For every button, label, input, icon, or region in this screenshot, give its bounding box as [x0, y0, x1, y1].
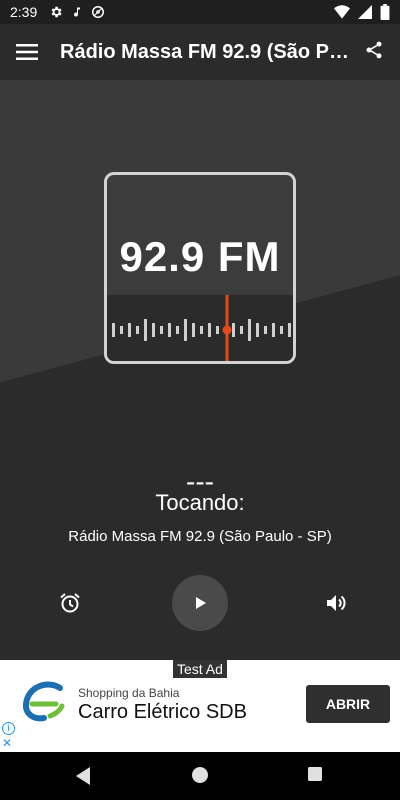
- hamburger-menu-icon[interactable]: [16, 44, 38, 60]
- status-left-icons: [49, 5, 105, 19]
- player-controls: [0, 575, 400, 635]
- share-button[interactable]: [364, 39, 384, 66]
- music-note-icon: [74, 7, 81, 17]
- share-icon: [366, 41, 382, 58]
- podcast-icon: [92, 6, 105, 18]
- now-playing-label: Tocando:: [155, 490, 245, 515]
- app-bar: Rádio Massa FM 92.9 (São Paulo - SP): [0, 24, 400, 80]
- ad-banner[interactable]: Test Ad Shopping da Bahia Carro Elétrico…: [0, 660, 400, 752]
- battery-icon: [380, 4, 390, 20]
- gear-icon: [51, 6, 62, 18]
- play-icon: [196, 597, 206, 609]
- play-button[interactable]: [172, 575, 228, 631]
- player-main: 92.9 FM --- Tocando: Rádio Massa FM 92.9…: [0, 80, 400, 660]
- system-nav-bar: [0, 752, 400, 800]
- info-icon[interactable]: i: [2, 722, 15, 735]
- app-title: Rádio Massa FM 92.9 (São Paulo - SP): [60, 40, 350, 63]
- status-time: 2:39: [10, 4, 38, 20]
- tuner-scale-graphic: [112, 295, 291, 361]
- volume-button[interactable]: [318, 575, 354, 631]
- ad-advertiser: Shopping da Bahia: [78, 686, 180, 700]
- station-name: Rádio Massa FM 92.9 (São Paulo - SP): [68, 528, 332, 545]
- status-bar: 2:39: [0, 0, 400, 24]
- advertiser-logo: [22, 681, 65, 722]
- wifi-icon: [334, 5, 350, 19]
- volume-icon: [327, 595, 346, 611]
- ad-label: Test Ad: [173, 660, 227, 678]
- ad-cta-button[interactable]: ABRIR: [306, 685, 390, 723]
- frequency-display: 92.9 FM: [119, 233, 281, 280]
- radio-display: 92.9 FM: [104, 172, 296, 364]
- ad-headline: Carro Elétrico SDB: [78, 701, 247, 723]
- back-triangle-icon[interactable]: [74, 766, 92, 786]
- status-right-icons: [334, 4, 390, 20]
- tuner-scale: [107, 295, 293, 361]
- signal-icon: [358, 5, 372, 19]
- home-circle-icon[interactable]: [191, 766, 209, 784]
- close-icon[interactable]: ✕: [2, 736, 12, 750]
- recents-square-icon[interactable]: [307, 766, 323, 782]
- alarm-button[interactable]: [52, 575, 88, 631]
- alarm-clock-icon: [60, 593, 80, 613]
